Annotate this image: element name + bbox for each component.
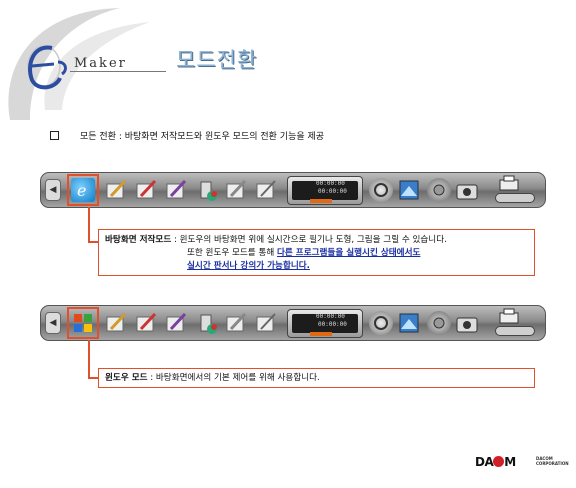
- brand-circle-icon: [493, 456, 505, 467]
- camera-icon: [456, 184, 478, 200]
- gear-button[interactable]: [427, 311, 451, 335]
- eraser-icon: [226, 179, 247, 199]
- window-mode-description: 윈도우 모드 : 바탕화면에서의 기본 제어를 위해 사용합니다.: [98, 368, 535, 388]
- photo-icon: [399, 180, 419, 200]
- window-control-pill[interactable]: [495, 193, 535, 203]
- record-indicator: [310, 332, 332, 336]
- printer-icon: [499, 175, 519, 191]
- e-maker-icon: e: [77, 181, 86, 200]
- gear-icon: [433, 317, 445, 329]
- gear-button[interactable]: [427, 178, 451, 202]
- recording-display: 00:00:00 00:00:00: [287, 309, 363, 338]
- eraser-button[interactable]: [225, 178, 249, 202]
- shape-tool-button[interactable]: [255, 178, 279, 202]
- toolbar-desktop-mode: ◀ e 00:00:00 00:00:00: [40, 172, 546, 208]
- pen-red-button[interactable]: [135, 311, 159, 335]
- window-mode-button[interactable]: [71, 311, 95, 335]
- logo-underline: [70, 71, 166, 72]
- dacom-logo: DA M: [475, 455, 516, 469]
- highlighter-icon: [166, 179, 187, 199]
- window-mode-text: : 바탕화면에서의 기본 제어를 위해 사용합니다.: [147, 373, 320, 383]
- pen-red-button[interactable]: [135, 178, 159, 202]
- photo-icon: [399, 313, 419, 333]
- bullet-square-icon: [50, 131, 59, 140]
- desktop-mode-label: 바탕화면 저작모드: [105, 235, 172, 245]
- desc-text-1: : 윈도우의 바탕화면 위에 실시간으로 필기나 도형, 그림을 그릴 수 있습…: [171, 235, 447, 245]
- desc-link-1[interactable]: 다른 프로그램들을 실행시킨 상태에서도: [277, 248, 420, 258]
- pen-icon: [106, 312, 127, 332]
- gear-icon: [433, 184, 445, 196]
- brand-right: M: [504, 455, 516, 469]
- window-control-pill[interactable]: [495, 326, 535, 336]
- connector-line: [88, 340, 90, 378]
- refresh-icon: [374, 316, 388, 330]
- pen-icon: [106, 179, 127, 199]
- camera-icon: [456, 317, 478, 333]
- brand-sub-2: CORPORATION: [536, 461, 569, 466]
- display-time-1: 00:00:00: [316, 180, 345, 187]
- desc-text-2: 또한 윈도우 모드를 통해: [187, 248, 277, 258]
- display-time-2: 00:00:00: [318, 321, 347, 328]
- desc-line-1: 바탕화면 저작모드 : 윈도우의 바탕화면 위에 실시간으로 필기나 도형, 그…: [105, 234, 530, 247]
- pen-tool-button[interactable]: [105, 311, 129, 335]
- toolbar-nav-left-button[interactable]: ◀: [45, 179, 61, 201]
- page-title: 모드전환: [176, 48, 258, 72]
- connector-line: [88, 241, 98, 243]
- shape-icon: [256, 313, 276, 332]
- shape-icon: [256, 180, 276, 199]
- highlighter-button[interactable]: [165, 311, 189, 335]
- display-time-1: 00:00:00: [316, 313, 345, 320]
- camera-button[interactable]: [455, 178, 479, 202]
- eraser-button[interactable]: [225, 311, 249, 335]
- paint-bucket-button[interactable]: [195, 311, 219, 335]
- connector-line: [88, 207, 90, 242]
- printer-icon: [499, 308, 519, 324]
- svg-text:e: e: [77, 181, 86, 200]
- recording-display: 00:00:00 00:00:00: [287, 176, 363, 205]
- photo-button[interactable]: [397, 311, 421, 335]
- paint-bucket-button[interactable]: [195, 178, 219, 202]
- refresh-button[interactable]: [369, 311, 393, 335]
- paint-bucket-icon: [200, 314, 217, 334]
- desc-link-2[interactable]: 실시간 판서나 강의가 가능합니다.: [187, 261, 310, 271]
- pen-tool-button[interactable]: [105, 178, 129, 202]
- bullet-text: 모든 전환 : 바탕화면 저작모드와 윈도우 모드의 전환 기능을 제공: [80, 132, 325, 142]
- desc-line-3: 실시간 판서나 강의가 가능합니다.: [105, 260, 530, 273]
- refresh-icon: [374, 183, 388, 197]
- camera-button[interactable]: [455, 311, 479, 335]
- desc-line-2: 또한 윈도우 모드를 통해 다른 프로그램들을 실행시킨 상태에서도: [105, 247, 530, 260]
- highlighter-button[interactable]: [165, 178, 189, 202]
- eraser-icon: [226, 312, 247, 332]
- paint-bucket-icon: [200, 181, 217, 201]
- pen-red-icon: [136, 312, 157, 332]
- windows-logo-icon: [74, 314, 92, 332]
- toolbar-window-mode: ◀ 00:00:00 00:00:00: [40, 305, 546, 341]
- refresh-button[interactable]: [369, 178, 393, 202]
- display-time-2: 00:00:00: [318, 188, 347, 195]
- toolbar-nav-left-button[interactable]: ◀: [45, 312, 61, 334]
- highlighter-icon: [166, 312, 187, 332]
- bullet-item: 모든 전환 : 바탕화면 저작모드와 윈도우 모드의 전환 기능을 제공: [50, 129, 324, 142]
- connector-line: [88, 377, 98, 379]
- e-maker-mode-button[interactable]: e: [71, 178, 95, 202]
- brand-left: DA: [475, 455, 494, 469]
- record-indicator: [310, 199, 332, 203]
- desktop-mode-description: 바탕화면 저작모드 : 윈도우의 바탕화면 위에 실시간으로 필기나 도형, 그…: [98, 229, 535, 276]
- logo-wordmark: Maker: [74, 56, 127, 71]
- brand-subtitle: DACOM CORPORATION: [536, 456, 569, 466]
- shape-tool-button[interactable]: [255, 311, 279, 335]
- window-mode-label: 윈도우 모드: [105, 373, 148, 383]
- photo-button[interactable]: [397, 178, 421, 202]
- pen-red-icon: [136, 179, 157, 199]
